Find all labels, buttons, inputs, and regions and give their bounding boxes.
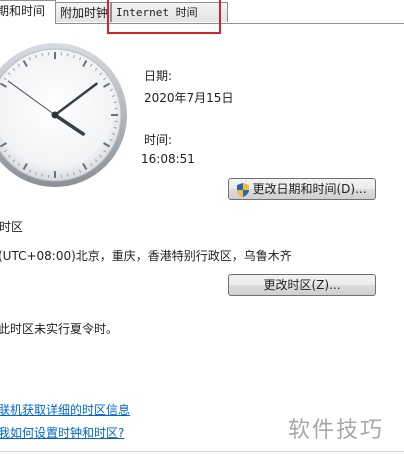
dst-note: 此时区未实行夏令时。 bbox=[0, 322, 119, 336]
tab-additional-clocks[interactable]: 附加时钟 bbox=[55, 2, 111, 22]
clock-minute-tick bbox=[41, 53, 44, 57]
timezone-label: 时区 bbox=[0, 220, 24, 234]
date-value: 2020年7月15日 bbox=[144, 91, 234, 105]
online-timezone-info-link[interactable]: 联机获取详细的时区信息 bbox=[0, 401, 130, 418]
uac-shield-icon bbox=[237, 182, 250, 197]
change-date-time-button[interactable]: 更改日期和时间(D)... bbox=[228, 178, 376, 200]
change-date-time-label: 更改日期和时间(D)... bbox=[252, 182, 367, 196]
time-value: 16:08:51 bbox=[141, 152, 195, 166]
dialog-bottom-edge bbox=[0, 451, 404, 452]
tab-date-time[interactable]: 期和时间 bbox=[0, 0, 56, 24]
analog-clock bbox=[0, 43, 127, 187]
clock-minute-tick bbox=[66, 53, 69, 57]
clock-minute-tick bbox=[113, 126, 117, 129]
time-label: 时间: bbox=[144, 133, 173, 147]
watermark: 软件技巧 bbox=[288, 418, 385, 443]
clock-minute-tick bbox=[41, 173, 44, 177]
clock-minute-tick bbox=[113, 101, 117, 104]
highlight-box bbox=[107, 0, 221, 34]
change-timezone-button[interactable]: 更改时区(Z)... bbox=[228, 274, 376, 296]
clock-center bbox=[51, 111, 59, 119]
date-label: 日期: bbox=[144, 69, 173, 83]
clock-minute-tick bbox=[66, 173, 69, 177]
how-to-set-clock-link[interactable]: 我如何设置时钟和时区? bbox=[0, 424, 124, 441]
timezone-value: (UTC+08:00)北京，重庆，香港特别行政区，乌鲁木齐 bbox=[0, 249, 292, 263]
